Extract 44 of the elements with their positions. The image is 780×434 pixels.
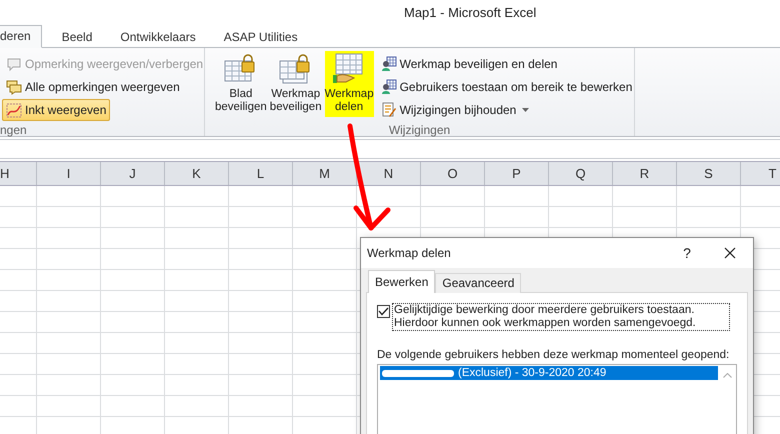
checkbox-label[interactable]: Gelijktijdige bewerking door meerdere gebruikers toestaan. Hierdoor kunnen ook werkmappen worden samengevoegd. xyxy=(392,303,730,331)
ribbon-large-button[interactable]: Werkmap beveiligen xyxy=(270,51,322,117)
ribbon-button[interactable]: Wijzigingen bijhouden xyxy=(376,99,636,121)
comments-icon xyxy=(6,79,22,95)
ribbon-tab[interactable]: Ontwikkelaars xyxy=(106,27,210,48)
dialog-tab[interactable]: Bewerken xyxy=(368,270,436,293)
ribbon-button[interactable]: Werkmap beveiligen en delen xyxy=(376,53,636,75)
help-button[interactable]: ? xyxy=(667,240,707,266)
column-header[interactable]: L xyxy=(229,162,293,185)
checkbox[interactable] xyxy=(377,305,390,318)
close-icon xyxy=(724,247,736,259)
column-header[interactable]: R xyxy=(613,162,677,185)
document-pencil-icon xyxy=(380,102,397,118)
ribbon-button[interactable]: Alle opmerkingen weergeven xyxy=(2,76,184,98)
column-header[interactable]: H xyxy=(0,162,37,185)
column-header[interactable]: O xyxy=(421,162,485,185)
column-header[interactable]: Q xyxy=(549,162,613,185)
column-header[interactable]: M xyxy=(293,162,357,185)
group-label: ngen xyxy=(0,122,28,138)
ribbon-large-button[interactable]: Blad beveiligen xyxy=(215,51,267,117)
column-header[interactable]: J xyxy=(101,162,165,185)
dialog-title: Werkmap delen xyxy=(367,246,452,260)
column-header[interactable]: P xyxy=(485,162,549,185)
list-label: De volgende gebruikers hebben deze werkmap momenteel geopend: xyxy=(377,349,730,361)
column-header[interactable]: N xyxy=(357,162,421,185)
comment-icon xyxy=(6,56,22,72)
column-header[interactable]: I xyxy=(37,162,101,185)
ribbon-tab[interactable]: ASAP Utilities xyxy=(210,27,312,48)
window-title: Map1 - Microsoft Excel xyxy=(404,5,536,20)
users-grid-icon xyxy=(380,79,397,95)
ribbon-tab[interactable]: Beeld xyxy=(48,27,106,48)
list-item[interactable]: (Exclusief) - 30-9-2020 20:49 xyxy=(380,366,718,380)
users-grid-icon xyxy=(380,56,397,72)
scroll-up-icon xyxy=(722,373,732,378)
user-list[interactable]: (Exclusief) - 30-9-2020 20:49 xyxy=(377,364,737,434)
column-header[interactable]: S xyxy=(677,162,741,185)
dialog-tab[interactable]: Geavanceerd xyxy=(435,273,522,293)
group-label: Wijzigingen xyxy=(388,122,452,138)
column-header[interactable]: K xyxy=(165,162,229,185)
ribbon-button[interactable]: Inkt weergeven xyxy=(2,99,110,121)
ribbon-button[interactable]: Gebruikers toestaan om bereik te bewerken xyxy=(376,76,636,98)
ink-icon xyxy=(6,102,22,118)
column-header[interactable]: T xyxy=(741,162,780,185)
ribbon-tab[interactable]: deren xyxy=(0,25,42,48)
